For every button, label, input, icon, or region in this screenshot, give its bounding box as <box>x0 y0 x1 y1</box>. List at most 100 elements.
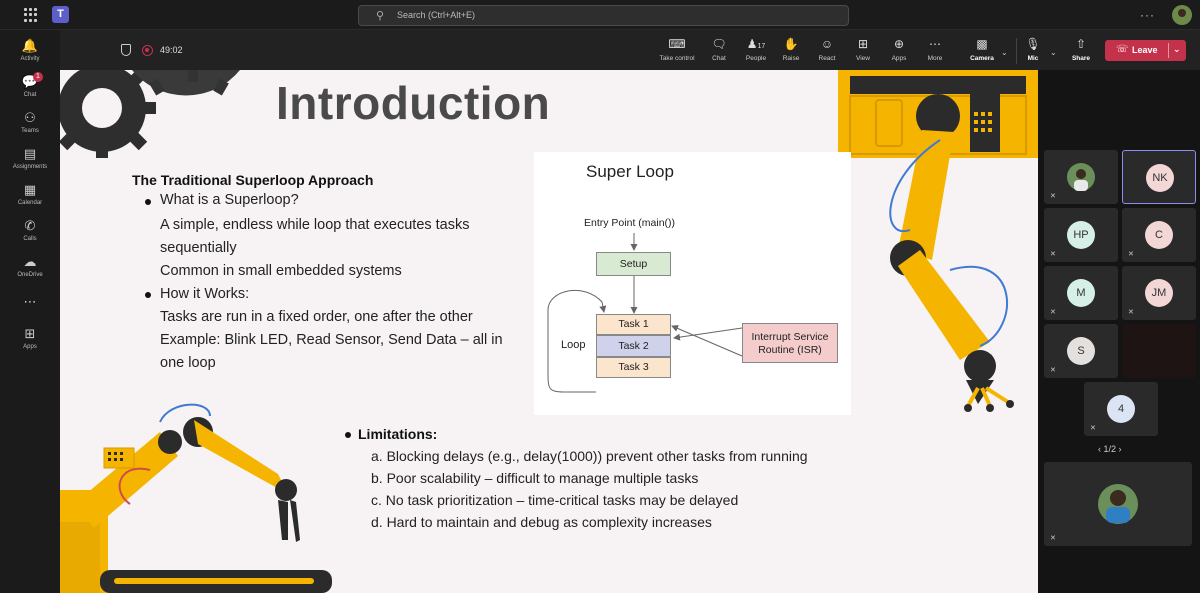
people-label: People <box>745 55 767 62</box>
react-label: React <box>818 55 836 62</box>
question-what-is-superloop: What is a Superloop? <box>160 192 299 208</box>
slide-title: Introduction <box>276 77 551 129</box>
leave-button[interactable]: ☏ Leave ⌄ <box>1105 40 1186 61</box>
diagram-task-2-box: Task 2 <box>596 335 671 357</box>
mic-muted-icon: ✕ <box>1050 193 1056 200</box>
shield-icon <box>121 44 131 56</box>
participant-photo-avatar <box>1067 163 1095 191</box>
more-label: More <box>927 55 943 62</box>
camera-off-icon: ▩ <box>976 37 988 51</box>
toolbar-divider <box>1016 38 1017 64</box>
take-control-label: Take control <box>659 55 695 62</box>
participant-avatar: NK <box>1146 164 1174 192</box>
rail-item-teams[interactable]: ⚇ Teams <box>0 108 60 144</box>
mic-muted-icon: ✕ <box>1128 309 1134 316</box>
rail-label: Chat <box>23 92 37 98</box>
mic-muted-icon: ✕ <box>1050 251 1056 258</box>
chat-icon: 🗨 <box>711 37 727 51</box>
isr-line-1: Interrupt Service <box>751 331 829 343</box>
rail-item-onedrive[interactable]: ☁ OneDrive <box>0 252 60 288</box>
participants-pager[interactable]: ‹ 1/2 › <box>1098 444 1122 454</box>
participant-tile[interactable]: ✕ <box>1044 150 1118 204</box>
slide-text-line: A simple, endless while loop that execut… <box>160 217 470 233</box>
camera-options-chevron-icon[interactable]: ⌄ <box>1001 48 1008 57</box>
title-bar: T ⚲ Search (Ctrl+Alt+E) ··· <box>0 0 1200 30</box>
rail-item-more[interactable]: ⋯ <box>0 292 60 328</box>
rail-item-apps[interactable]: ⊞ Apps <box>0 324 60 360</box>
slide-text-line: Example: Blink LED, Read Sensor, Send Da… <box>160 332 503 348</box>
hand-icon: ✋ <box>783 37 799 51</box>
participant-tile[interactable]: NK <box>1122 150 1196 204</box>
slide-text-line: one loop <box>160 355 216 371</box>
diagram-loop-label: Loop <box>561 339 586 351</box>
participant-avatar: M <box>1067 279 1095 307</box>
participant-avatar: HP <box>1067 221 1095 249</box>
chat-button[interactable]: 🗨 Chat <box>706 37 732 67</box>
grid-view-icon: ⊞ <box>857 37 869 51</box>
mic-off-icon: 🎙 <box>1025 37 1041 51</box>
apps-button[interactable]: ⊕ Apps <box>886 37 912 67</box>
rail-label: Calendar <box>17 200 43 206</box>
view-label: View <box>856 55 870 62</box>
rail-item-activity[interactable]: 🔔 Activity <box>0 36 60 72</box>
self-video-tile[interactable]: ✕ <box>1044 462 1192 546</box>
view-button[interactable]: ⊞ View <box>850 37 876 67</box>
participant-tile[interactable]: 4 ✕ <box>1084 382 1158 436</box>
more-options-icon[interactable]: ··· <box>1140 8 1155 22</box>
apps-label: Apps <box>891 55 907 62</box>
raise-label: Raise <box>782 55 800 62</box>
section-heading: The Traditional Superloop Approach <box>132 172 374 188</box>
user-avatar[interactable] <box>1172 5 1192 25</box>
react-button[interactable]: ☺ React <box>814 37 840 67</box>
search-placeholder: Search (Ctrl+Alt+E) <box>397 10 476 20</box>
bullet-icon <box>345 432 351 438</box>
self-video-photo <box>1098 484 1138 524</box>
app-launcher-icon[interactable] <box>24 8 38 22</box>
bullet-icon <box>145 292 151 298</box>
participant-tile[interactable]: S ✕ <box>1044 324 1118 378</box>
apps-icon: ⊞ <box>24 326 36 341</box>
mic-muted-icon: ✕ <box>1050 309 1056 316</box>
rail-item-chat[interactable]: 💬 1 Chat <box>0 72 60 108</box>
rail-item-calls[interactable]: ✆ Calls <box>0 216 60 252</box>
more-icon: ⋯ <box>929 37 941 51</box>
add-apps-icon: ⊕ <box>893 37 905 51</box>
meeting-toolbar: 49:02 ⌨ Take control 🗨 Chat ♟17 People ✋… <box>60 30 1200 70</box>
participant-tile[interactable]: M ✕ <box>1044 266 1118 320</box>
chevron-left-icon[interactable]: ‹ <box>1098 444 1101 454</box>
rail-label: Calls <box>23 236 37 242</box>
leave-options-chevron-icon[interactable]: ⌄ <box>1173 44 1181 55</box>
people-count: 17 <box>757 43 766 50</box>
participant-tile[interactable]: JM ✕ <box>1122 266 1196 320</box>
limitation-item: c. No task prioritization – time-critica… <box>371 492 739 508</box>
slide-text-line: Tasks are run in a fixed order, one afte… <box>160 309 473 325</box>
meeting-timer: 49:02 <box>160 45 183 55</box>
rail-label: Apps <box>23 344 37 350</box>
participant-tile[interactable] <box>1122 324 1196 378</box>
more-button[interactable]: ⋯ More <box>922 37 948 67</box>
limitation-item: a. Blocking delays (e.g., delay(1000)) p… <box>371 448 808 464</box>
chat-label: Chat <box>712 55 726 62</box>
participant-avatar: 4 <box>1107 395 1135 423</box>
participant-tile[interactable]: HP ✕ <box>1044 208 1118 262</box>
diagram-isr-box: Interrupt Service Routine (ISR) <box>742 323 838 363</box>
search-icon: ⚲ <box>376 10 385 22</box>
share-button[interactable]: ⇧ Share <box>1067 37 1095 67</box>
people-button[interactable]: ♟17 People <box>741 37 771 67</box>
rail-item-calendar[interactable]: ▦ Calendar <box>0 180 60 216</box>
mic-options-chevron-icon[interactable]: ⌄ <box>1050 48 1057 57</box>
camera-button[interactable]: ▩ Camera <box>966 37 998 67</box>
people-icon: ♟17 <box>746 37 766 51</box>
diagram-setup-box: Setup <box>596 252 671 276</box>
mic-button[interactable]: 🎙 Mic <box>1020 37 1046 67</box>
isr-line-2: Routine (ISR) <box>758 344 822 356</box>
limitation-item: b. Poor scalability – difficult to manag… <box>371 470 699 486</box>
rail-item-assignments[interactable]: ▤ Assignments <box>0 144 60 180</box>
take-control-button[interactable]: ⌨ Take control <box>657 37 697 67</box>
participant-tile[interactable]: C ✕ <box>1122 208 1196 262</box>
cloud-icon: ☁ <box>23 254 37 269</box>
search-input[interactable]: ⚲ Search (Ctrl+Alt+E) <box>358 5 849 26</box>
pager-label: 1/2 <box>1103 444 1117 454</box>
chevron-right-icon[interactable]: › <box>1119 444 1122 454</box>
raise-hand-button[interactable]: ✋ Raise <box>778 37 804 67</box>
